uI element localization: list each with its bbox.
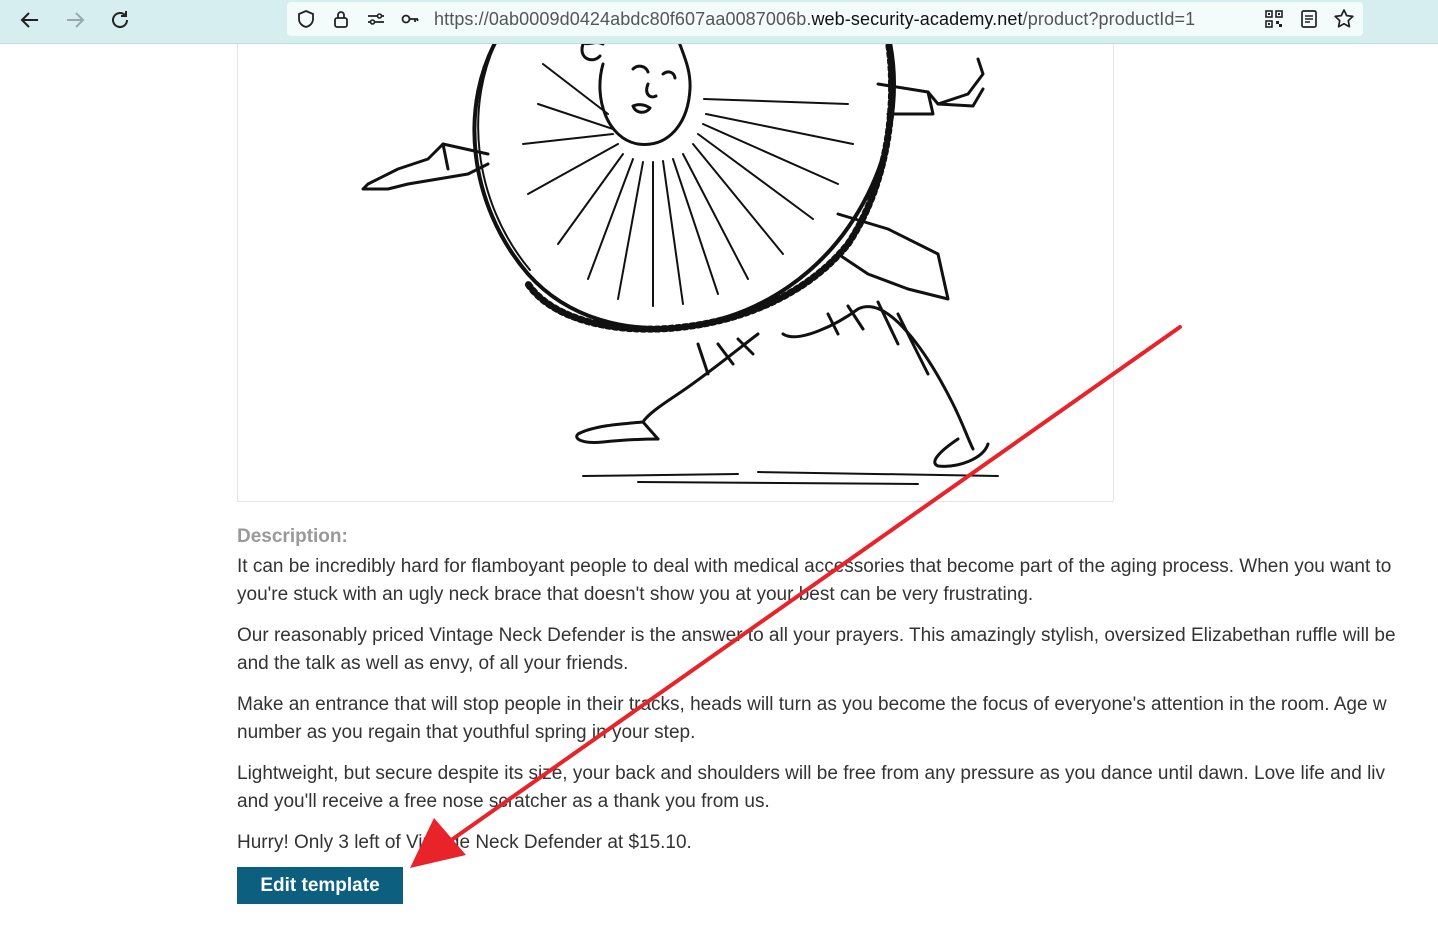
description-paragraph-1-line-2: you're stuck with an ugly neck brace tha… [237,584,1034,605]
url-text[interactable]: https://0ab0009d0424abdc80f607aa0087006b… [434,9,1195,30]
url-path: /product?productId=1 [1022,9,1196,29]
lock-icon[interactable] [330,8,352,30]
shield-icon[interactable] [295,8,317,30]
qr-code-icon[interactable] [1263,8,1285,30]
url-host: web-security-academy.net [811,9,1023,29]
address-bar[interactable]: https://0ab0009d0424abdc80f607aa0087006b… [287,2,1363,36]
product-image [237,44,1114,502]
stock-notice: Hurry! Only 3 left of Vintage Neck Defen… [237,832,692,853]
description-paragraph-1-line-1: It can be incredibly hard for flamboyant… [237,556,1392,577]
description-section: Description: It can be incredibly hard f… [237,524,1438,857]
reload-icon[interactable] [104,4,136,36]
forward-icon[interactable] [59,4,91,36]
description-paragraph-3-line-1: Make an entrance that will stop people i… [237,694,1387,715]
reader-view-icon[interactable] [1298,8,1320,30]
browser-toolbar: https://0ab0009d0424abdc80f607aa0087006b… [0,0,1438,44]
url-prefix: https://0ab0009d0424abdc80f607aa0087006b… [434,9,812,29]
description-paragraph-2-line-1: Our reasonably priced Vintage Neck Defen… [237,625,1396,646]
description-paragraph-2-line-2: and the talk as well as envy, of all you… [237,653,629,674]
description-paragraph-4-line-2: and you'll receive a free nose scratcher… [237,791,770,812]
description-paragraph-3-line-2: number as you regain that youthful sprin… [237,722,696,743]
description-paragraph-4-line-1: Lightweight, but secure despite its size… [237,763,1386,784]
back-icon[interactable] [14,4,46,36]
key-icon[interactable] [399,8,421,30]
edit-template-button[interactable]: Edit template [237,867,403,904]
bookmark-star-icon[interactable] [1333,8,1355,30]
ruffle-figure-illustration [361,44,999,485]
description-label: Description: [237,526,348,547]
permissions-icon[interactable] [365,8,387,30]
